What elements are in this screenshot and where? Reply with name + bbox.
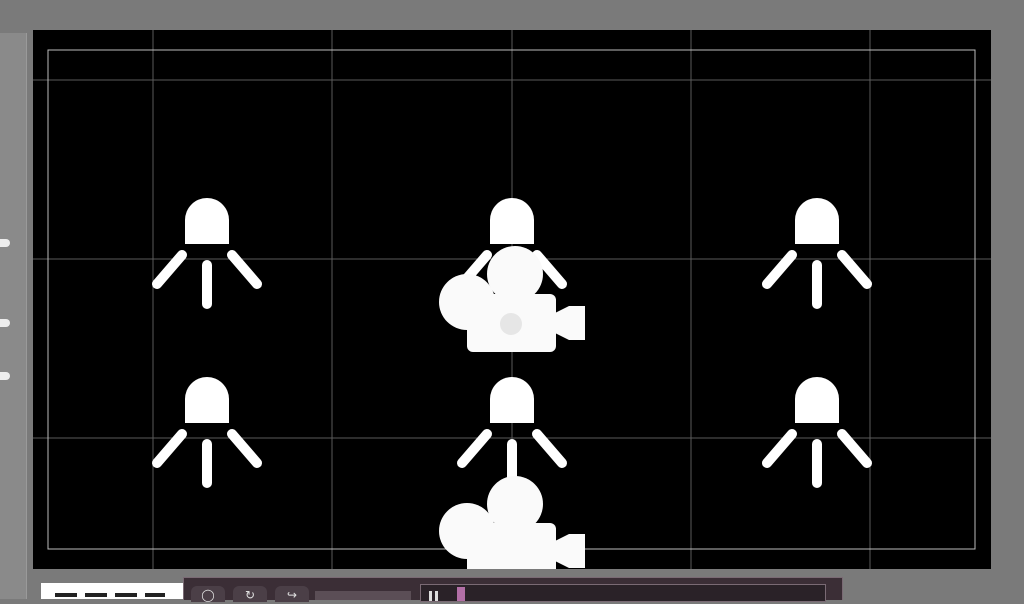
- spotlight-icon[interactable]: [762, 198, 872, 309]
- zoom-icon[interactable]: ◯: [191, 586, 225, 602]
- logo-mark: [55, 593, 165, 597]
- spotlight-icon[interactable]: [762, 377, 872, 488]
- scene-canvas[interactable]: [33, 30, 991, 569]
- logo-tab: [41, 583, 183, 599]
- playback-bar[interactable]: [420, 584, 826, 602]
- panel-resize-handle[interactable]: [0, 239, 10, 247]
- refresh-icon[interactable]: ↻: [233, 586, 267, 602]
- movie-camera-icon[interactable]: [439, 476, 585, 569]
- spotlight-icon[interactable]: [152, 198, 262, 309]
- movie-camera-icon[interactable]: [439, 246, 585, 352]
- pause-icon[interactable]: [429, 591, 439, 601]
- left-side-panel: [0, 33, 27, 599]
- redo-icon[interactable]: ↪: [275, 586, 309, 602]
- panel-resize-handle[interactable]: [0, 372, 10, 380]
- panel-resize-handle[interactable]: [0, 319, 10, 327]
- scene-viewport[interactable]: [33, 30, 991, 569]
- spotlight-icon[interactable]: [152, 377, 262, 488]
- bottom-toolbar: ◯ ↻ ↪: [183, 577, 843, 602]
